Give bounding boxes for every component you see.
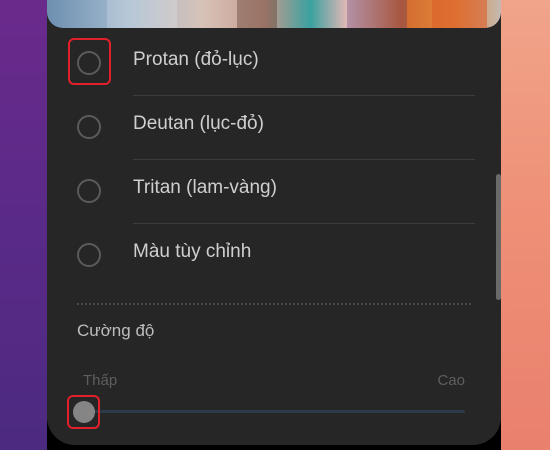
option-label: Deutan (lục-đỏ) (133, 113, 264, 134)
option-custom-color[interactable]: Màu tùy chỉnh (47, 223, 501, 287)
option-protan[interactable]: Protan (đỏ-lục) (47, 31, 501, 95)
option-label: Protan (đỏ-lục) (133, 49, 259, 70)
settings-screen: Protan (đỏ-lục) Deutan (lục-đỏ) Tritan (… (47, 0, 501, 445)
option-tritan[interactable]: Tritan (lam-vàng) (47, 159, 501, 223)
option-label: Màu tùy chỉnh (133, 241, 252, 262)
section-divider (77, 303, 471, 305)
phone-frame: Protan (đỏ-lục) Deutan (lục-đỏ) Tritan (… (47, 0, 501, 450)
slider-max-label: Cao (437, 372, 465, 389)
slider-min-label: Thấp (83, 372, 118, 389)
intensity-title: Cường độ (77, 321, 155, 340)
option-deutan[interactable]: Deutan (lục-đỏ) (47, 95, 501, 159)
intensity-slider-track[interactable] (83, 410, 465, 413)
option-label: Tritan (lam-vàng) (133, 177, 277, 198)
right-background (500, 0, 550, 450)
preview-photo (47, 0, 501, 28)
highlight-box (68, 38, 111, 85)
radio-unchecked-icon[interactable] (77, 179, 101, 203)
radio-unchecked-icon[interactable] (77, 115, 101, 139)
radio-unchecked-icon[interactable] (77, 243, 101, 267)
highlight-box (67, 395, 100, 429)
left-background (0, 0, 48, 450)
scrollbar[interactable] (496, 174, 501, 300)
